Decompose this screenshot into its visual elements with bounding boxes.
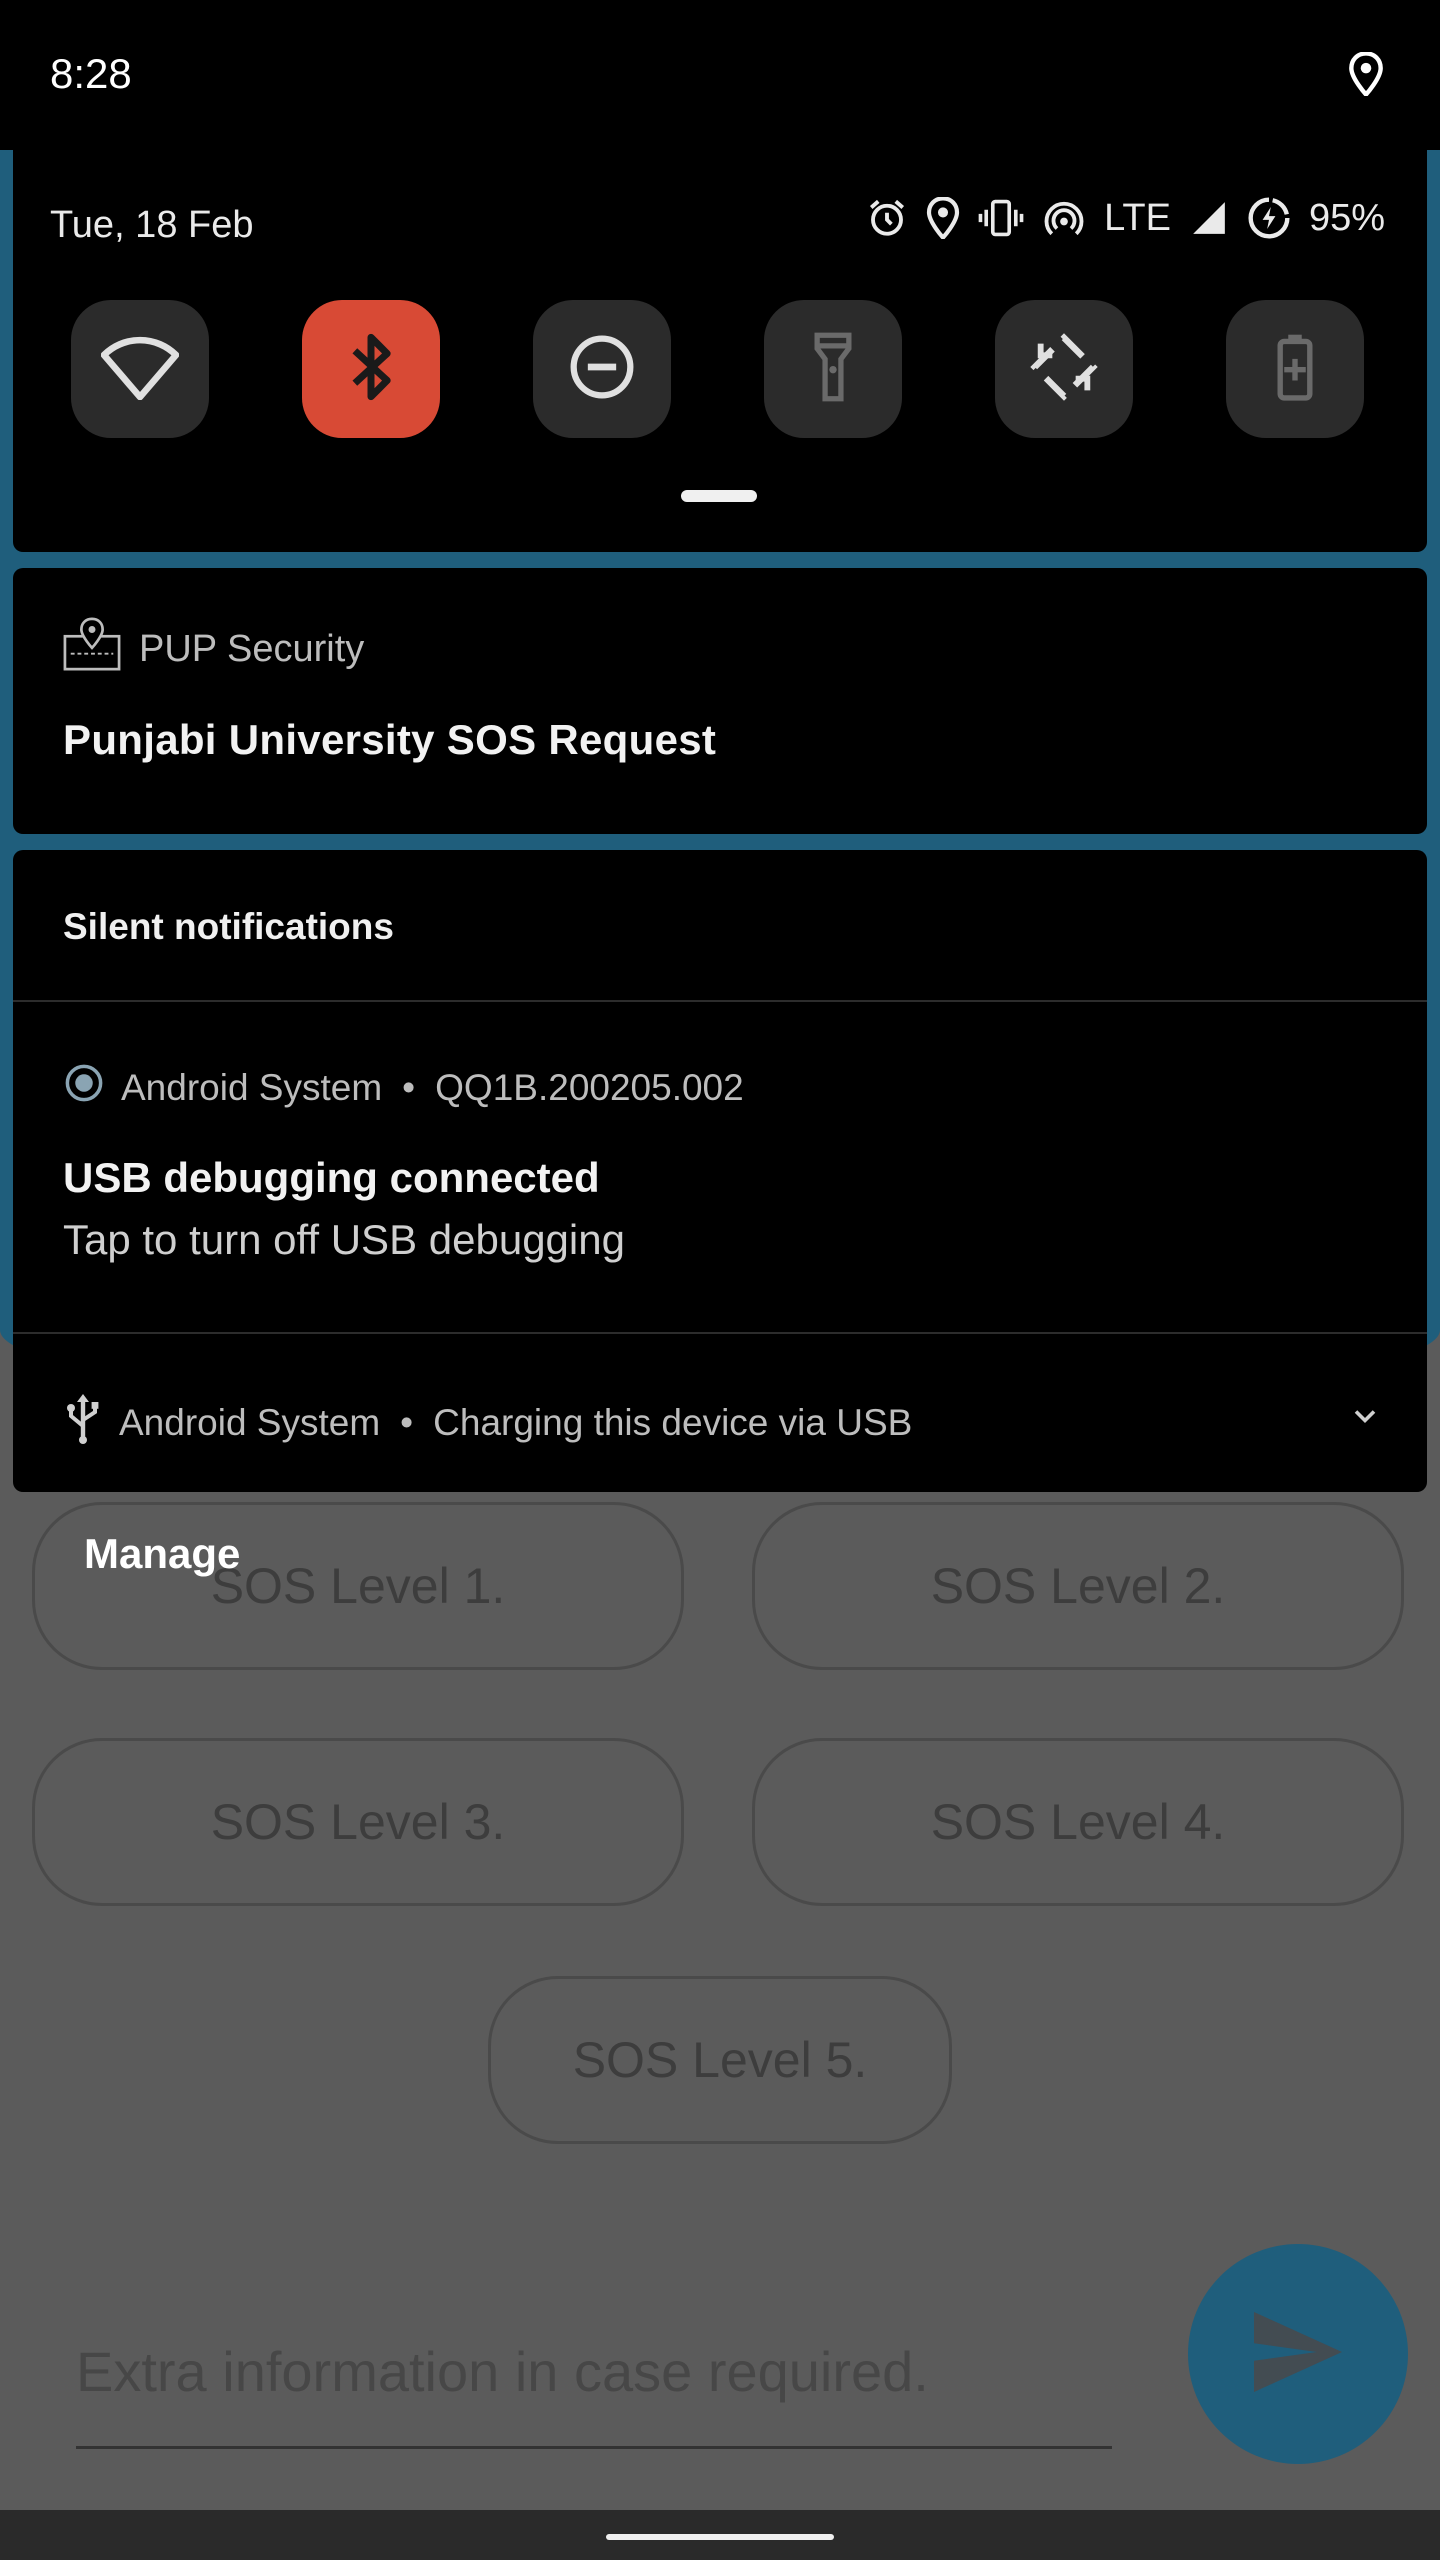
divider [13, 1332, 1427, 1334]
network-type: LTE [1104, 196, 1171, 239]
notification-app-header: PUP Security [63, 616, 364, 682]
qs-status-icons: LTE 95% [866, 196, 1385, 240]
sos-level-4-button[interactable]: SOS Level 4. [752, 1738, 1404, 1906]
silent-notifications-group: Silent notifications Android System • QQ… [13, 850, 1427, 1492]
location-icon [926, 197, 960, 239]
bluetooth-tile[interactable] [302, 300, 440, 438]
alarm-icon [866, 197, 908, 239]
separator-dot: • [400, 1401, 414, 1443]
send-button[interactable] [1188, 2244, 1408, 2464]
notification-app-header: Android System • QQ1B.200205.002 [63, 1062, 744, 1113]
wifi-tile[interactable] [71, 300, 209, 438]
sos-level-5-button[interactable]: SOS Level 5. [488, 1976, 952, 2144]
notification-app-name: Android System [119, 1401, 381, 1443]
battery-saver-icon [1275, 332, 1315, 407]
notification-text: Tap to turn off USB debugging [63, 1216, 625, 1263]
android-system-icon [63, 1062, 105, 1113]
separator-dot: • [402, 1066, 416, 1108]
do-not-disturb-icon [568, 333, 636, 406]
notification-app-name: Android System [121, 1066, 383, 1108]
flashlight-icon [811, 330, 855, 409]
sos-level-2-button[interactable]: SOS Level 2. [752, 1502, 1404, 1670]
flashlight-tile[interactable] [764, 300, 902, 438]
pup-security-notification[interactable]: PUP Security Punjabi University SOS Requ… [13, 568, 1427, 834]
sos-level-3-button[interactable]: SOS Level 3. [32, 1738, 684, 1906]
signal-icon [1189, 199, 1229, 237]
do-not-disturb-tile[interactable] [533, 300, 671, 438]
status-time: 8:28 [50, 50, 132, 97]
battery-saver-icon [1247, 196, 1291, 240]
send-icon [1250, 2311, 1346, 2397]
hotspot-icon [1042, 197, 1086, 239]
status-bar: 8:28 [0, 0, 1440, 150]
extra-info-input[interactable] [76, 2296, 1112, 2449]
sos-level-1-button[interactable]: SOS Level 1. [32, 1502, 684, 1670]
wifi-icon [100, 334, 180, 405]
shade-drag-handle[interactable] [681, 490, 757, 502]
battery-saver-tile[interactable] [1226, 300, 1364, 438]
notification-app-name: PUP Security [139, 627, 365, 670]
silent-notifications-header: Silent notifications [63, 906, 394, 947]
battery-percent: 95% [1308, 196, 1385, 239]
qs-date: Tue, 18 Feb [50, 204, 254, 246]
pup-security-app-icon [63, 616, 121, 682]
manage-notifications-button[interactable]: Manage [84, 1530, 240, 1578]
location-icon [1348, 51, 1384, 101]
usb-icon [63, 1392, 103, 1453]
notification-app-header: Android System • Charging this device vi… [63, 1392, 912, 1453]
notification-title: USB debugging connected [63, 1154, 600, 1201]
notification-text: Charging this device via USB [433, 1401, 913, 1443]
bluetooth-icon [349, 332, 393, 407]
quick-settings-panel: Tue, 18 Feb LTE 95% [13, 150, 1427, 552]
home-gesture-handle[interactable] [606, 2534, 834, 2540]
auto-rotate-tile[interactable] [995, 300, 1133, 438]
quick-settings-tiles [71, 300, 1371, 440]
build-number: QQ1B.200205.002 [435, 1066, 744, 1108]
auto-rotate-icon [1029, 332, 1099, 407]
divider [13, 1000, 1427, 1002]
notification-title: Punjabi University SOS Request [63, 716, 717, 763]
expand-chevron-icon[interactable] [1347, 1398, 1383, 1439]
vibrate-icon [978, 197, 1024, 239]
